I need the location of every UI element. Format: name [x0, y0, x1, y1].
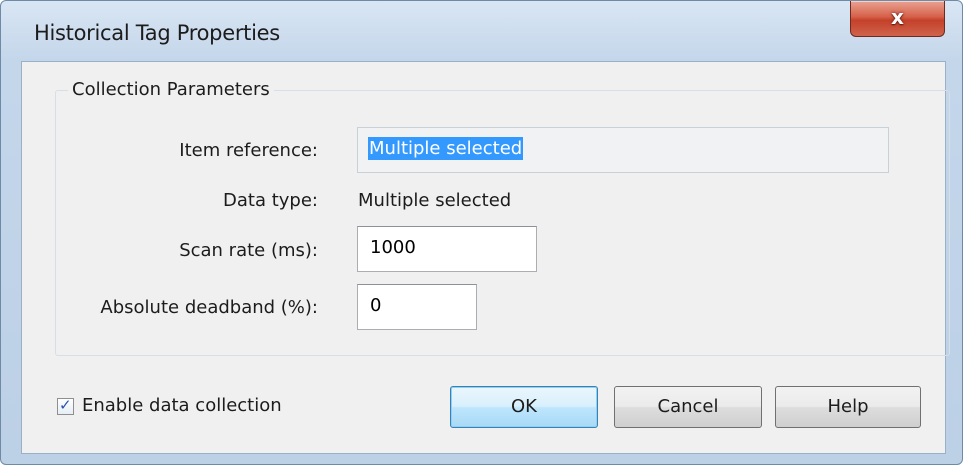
deadband-value: 0	[370, 295, 382, 316]
scan-rate-value: 1000	[370, 237, 416, 258]
dialog-window: Historical Tag Properties x Collection P…	[0, 0, 963, 465]
close-icon: x	[891, 5, 904, 29]
item-reference-field[interactable]: Multiple selected	[357, 127, 889, 173]
ok-button[interactable]: OK	[450, 386, 598, 428]
cancel-button[interactable]: Cancel	[614, 386, 762, 428]
help-button[interactable]: Help	[775, 386, 921, 428]
item-reference-label: Item reference:	[179, 140, 318, 161]
title-bar[interactable]: Historical Tag Properties x	[1, 1, 962, 61]
deadband-label: Absolute deadband (%):	[100, 297, 318, 318]
item-reference-value: Multiple selected	[368, 137, 524, 160]
deadband-field[interactable]: 0	[357, 284, 477, 330]
checkmark-icon: ✓	[59, 396, 72, 414]
window-title: Historical Tag Properties	[34, 21, 280, 45]
data-type-value: Multiple selected	[358, 190, 512, 211]
enable-data-collection-checkbox[interactable]: ✓	[57, 396, 74, 415]
close-button[interactable]: x	[850, 1, 945, 37]
scan-rate-field[interactable]: 1000	[357, 226, 537, 272]
dialog-client-area: Collection Parameters Item reference: Mu…	[21, 61, 950, 454]
scan-rate-label: Scan rate (ms):	[179, 240, 318, 261]
enable-data-collection-label[interactable]: Enable data collection	[82, 395, 282, 416]
group-label: Collection Parameters	[68, 79, 274, 100]
data-type-label: Data type:	[223, 190, 318, 211]
